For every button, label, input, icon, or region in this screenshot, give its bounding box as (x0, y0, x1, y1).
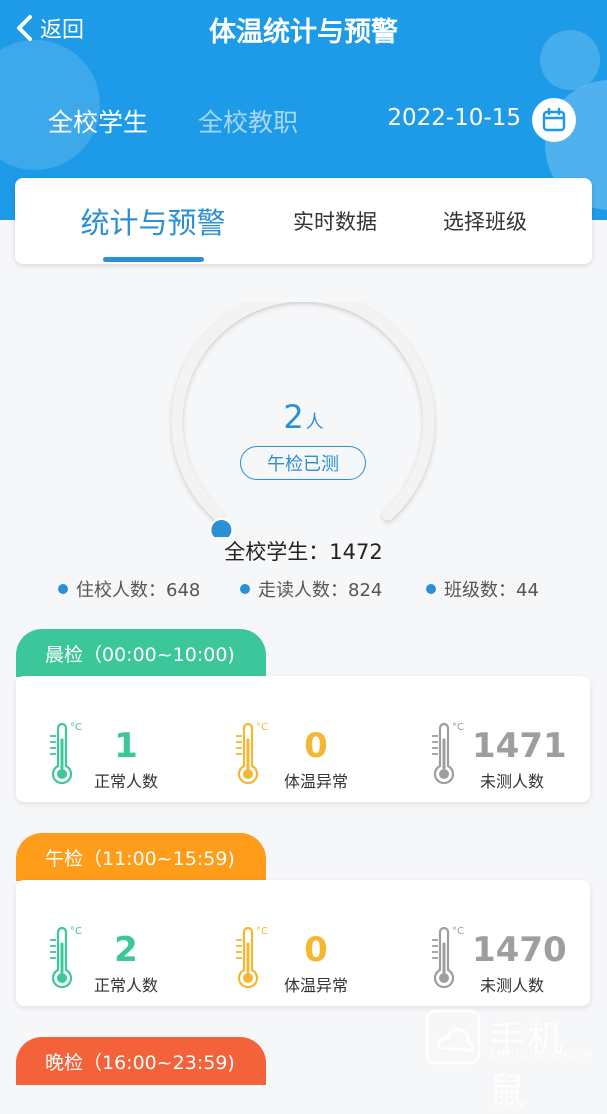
section-tab-noon: 午检（11:00~15:59) (16, 833, 266, 881)
summary-stats: 住校人数：648 走读人数：824 班级数：44 (0, 576, 607, 602)
bullet-dot (58, 584, 68, 594)
section-card-morning: °C 1 正常人数 °C 0 体温异常 °C 1471 未测人数 (16, 676, 590, 802)
boarding-stat: 住校人数：648 (58, 576, 200, 602)
boarding-stat-label: 住校人数：648 (76, 580, 201, 601)
thermometer-icon: °C (236, 926, 268, 989)
stat-label: 未测人数 (479, 772, 544, 791)
thermometer-icon: °C (432, 926, 464, 989)
date-label[interactable]: 2022-10-15 (387, 105, 521, 131)
watermark-sub: SHOUJISHU.COM (489, 1048, 594, 1061)
svg-text:°C: °C (70, 722, 82, 733)
stat-value: 0 (304, 726, 328, 766)
stat-label: 体温异常 (283, 976, 348, 995)
bullet-dot (240, 584, 250, 594)
stat-label: 未测人数 (479, 976, 544, 995)
calendar-icon (542, 107, 566, 132)
day-student-stat-label: 走读人数：824 (258, 580, 383, 601)
class-count-stat-label: 班级数：44 (444, 580, 539, 601)
svg-text:°C: °C (452, 722, 464, 733)
section-card-noon: °C 2 正常人数 °C 0 体温异常 °C 1470 未测人数 (16, 880, 590, 1006)
watermark-title: 手机鼠 (489, 1019, 566, 1112)
thermometer-icon: °C (50, 926, 82, 989)
class-count-stat: 班级数：44 (426, 576, 539, 602)
tab-select-class[interactable]: 选择班级 (415, 178, 555, 264)
stat-label: 体温异常 (283, 772, 348, 791)
svg-text:°C: °C (256, 926, 268, 937)
section-tab-morning: 晨检（00:00~10:00) (16, 629, 266, 677)
calendar-button[interactable] (532, 98, 576, 142)
tab-statistics-warning[interactable]: 统计与预警 (55, 178, 251, 264)
svg-text:°C: °C (256, 722, 268, 733)
main-tabs: 统计与预警 实时数据 选择班级 (15, 178, 592, 264)
stat-value: 1 (114, 726, 138, 766)
active-tab-indicator (103, 257, 204, 262)
thermometer-icon: °C (432, 722, 464, 785)
watermark-icon (425, 1009, 481, 1065)
measured-count-value: 2 (283, 398, 304, 436)
stat-value: 1470 (472, 930, 567, 970)
svg-text:°C: °C (452, 926, 464, 937)
page-title: 体温统计与预警 (209, 17, 398, 48)
thermometer-icon: °C (50, 722, 82, 785)
watermark-logo: 手机鼠 SHOUJISHU.COM (424, 1008, 592, 1112)
measured-count-unit: 人 (305, 412, 324, 433)
section-tab-evening: 晚检（16:00~23:59) (16, 1037, 266, 1085)
tab-all-students[interactable]: 全校学生 (48, 103, 148, 139)
status-pill: 午检已测 (240, 446, 366, 480)
stat-value: 0 (304, 930, 328, 970)
stat-value: 1471 (472, 726, 567, 766)
stat-label: 正常人数 (93, 976, 158, 995)
bullet-dot (426, 584, 436, 594)
thermometer-icon: °C (236, 722, 268, 785)
tab-all-staff[interactable]: 全校教职 (198, 103, 298, 139)
svg-text:°C: °C (70, 926, 82, 937)
gauge-indicator (209, 518, 234, 537)
tab-realtime-data[interactable]: 实时数据 (265, 178, 405, 264)
total-students: 全校学生：1472 (224, 540, 383, 564)
measured-count: 2人 (0, 398, 607, 436)
day-student-stat: 走读人数：824 (240, 576, 382, 602)
stat-value: 2 (114, 930, 138, 970)
stat-label: 正常人数 (93, 772, 158, 791)
